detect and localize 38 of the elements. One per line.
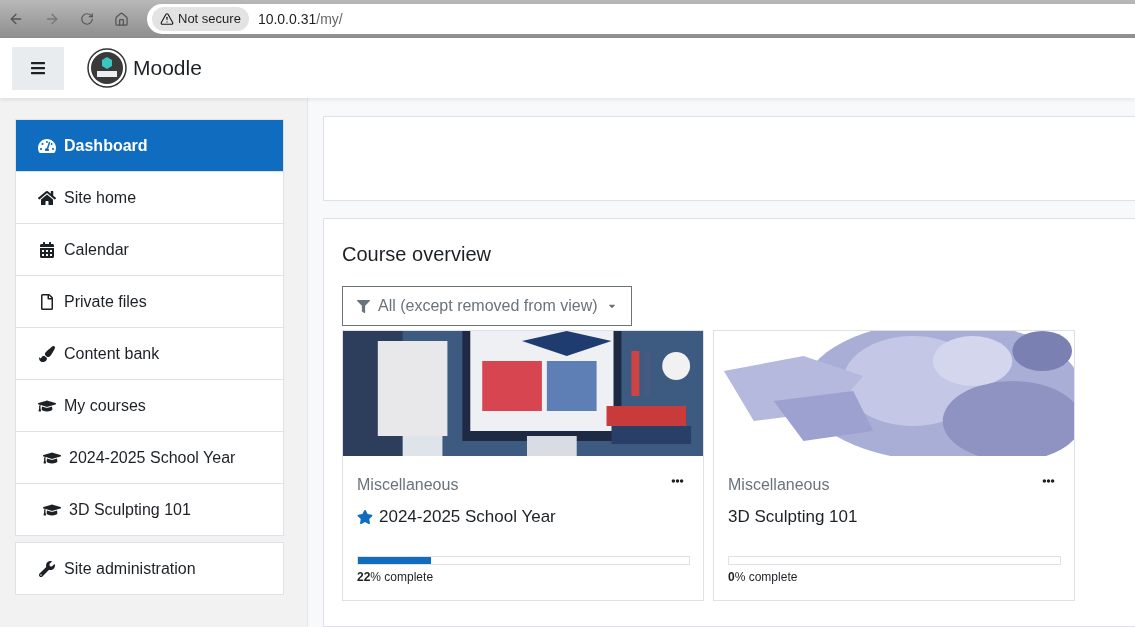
course-category: Miscellaneous xyxy=(357,475,459,495)
menu-icon xyxy=(30,60,46,76)
file-icon xyxy=(38,293,56,310)
address-bar[interactable]: Not secure 10.0.0.31/my/ xyxy=(147,4,1135,34)
filter-icon xyxy=(357,299,370,313)
warning-icon xyxy=(160,12,174,26)
sidebar-item[interactable]: 3D Sculpting 101 xyxy=(16,484,283,536)
sidebar-item[interactable]: Site administration xyxy=(16,543,283,595)
paintbrush-icon xyxy=(38,345,56,362)
home-icon[interactable] xyxy=(114,11,129,27)
sidebar-item[interactable]: Dashboard xyxy=(16,120,283,172)
menu-button[interactable] xyxy=(12,46,64,90)
course-overview-heading: Course overview xyxy=(342,242,492,267)
progress-text: 22% complete xyxy=(357,569,435,586)
progress-text: 0% complete xyxy=(728,569,799,586)
course-card[interactable]: Miscellaneous 2024-2025 School Year 22% complete xyxy=(342,330,704,601)
dashboard-icon xyxy=(38,137,56,154)
sidebar-item[interactable]: Site home xyxy=(16,172,283,224)
sidebar-item[interactable]: Content bank xyxy=(16,328,283,380)
logo-icon xyxy=(87,48,127,88)
wrench-icon xyxy=(38,560,56,577)
sidebar-item[interactable]: Calendar xyxy=(16,224,283,276)
forward-icon[interactable] xyxy=(44,11,60,27)
filter-dropdown[interactable]: All (except removed from view) xyxy=(342,286,632,326)
course-name[interactable]: 2024-2025 School Year xyxy=(379,504,556,530)
sidebar-item[interactable]: Private files xyxy=(16,276,283,328)
site-name[interactable]: Moodle xyxy=(133,52,202,84)
url-text: 10.0.0.31/my/ xyxy=(257,9,343,29)
home-icon xyxy=(38,189,56,206)
sidebar-item[interactable]: My courses xyxy=(16,380,283,432)
back-icon[interactable] xyxy=(8,11,24,27)
calendar-icon xyxy=(38,241,56,258)
course-card[interactable]: Miscellaneous 3D Sculpting 101 0% complete xyxy=(713,330,1075,601)
course-name[interactable]: 3D Sculpting 101 xyxy=(728,504,858,530)
sidebar-item[interactable]: 2024-2025 School Year xyxy=(16,432,283,484)
reload-icon[interactable] xyxy=(80,12,94,26)
security-chip[interactable]: Not secure xyxy=(152,7,249,31)
course-category: Miscellaneous xyxy=(728,475,830,495)
